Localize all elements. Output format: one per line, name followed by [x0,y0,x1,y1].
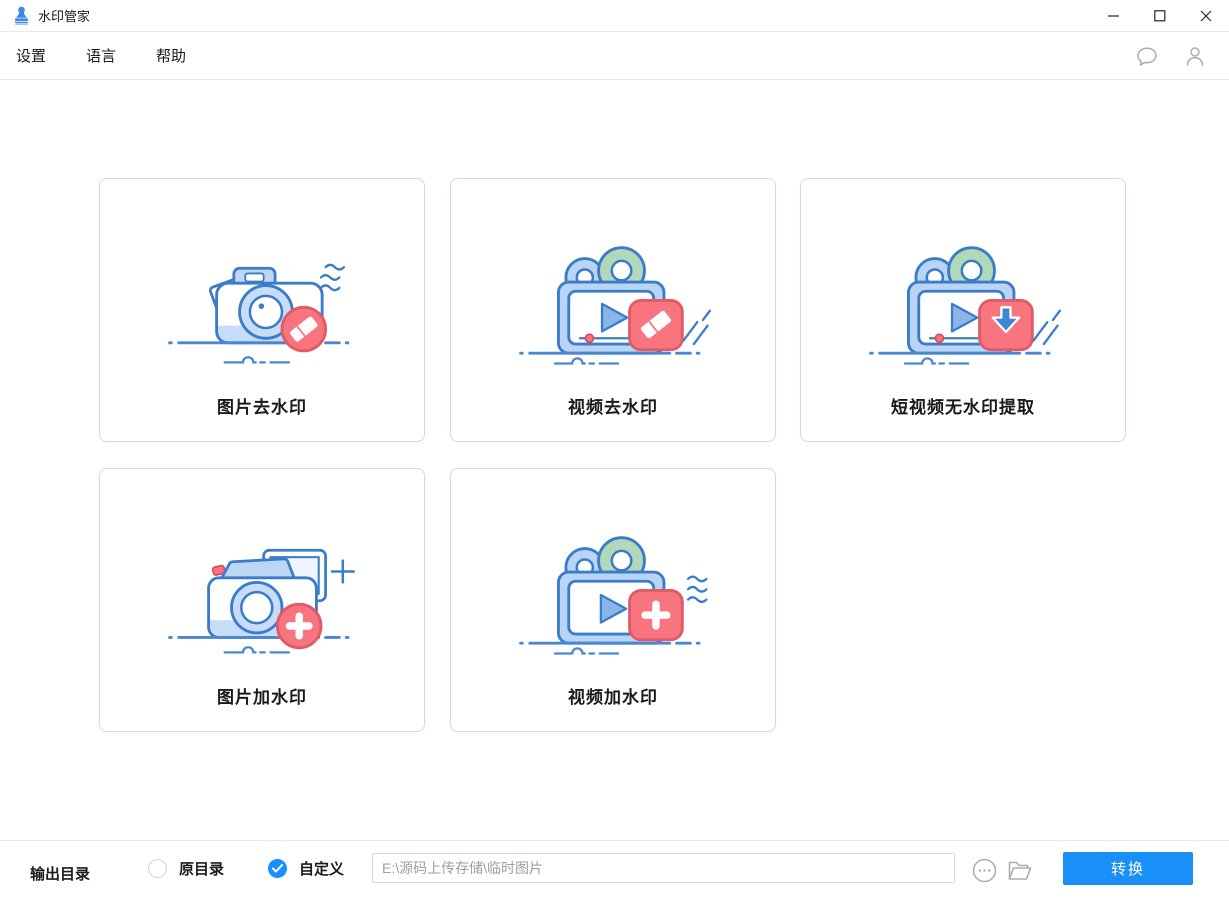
maximize-button[interactable] [1137,0,1183,31]
chat-bubble-icon [1135,44,1159,68]
minimize-button[interactable] [1091,0,1137,31]
radio-checked-icon [268,859,287,878]
video-plus-icon [516,525,711,657]
card-video-remove-watermark[interactable]: 视频去水印 [450,178,776,442]
menu-item-language[interactable]: 语言 [72,32,130,79]
menu-item-help[interactable]: 帮助 [142,32,200,79]
custom-dir-option-label: 自定义 [299,858,344,879]
original-dir-option-label: 原目录 [179,858,224,879]
menu-item-settings[interactable]: 设置 [2,32,60,79]
card-label: 视频去水印 [568,393,658,418]
browse-more-button[interactable] [972,858,997,883]
account-button[interactable] [1183,44,1207,68]
close-icon [1200,10,1212,22]
video-eraser-illustration-icon [516,231,711,371]
video-download-icon [866,235,1061,367]
card-short-video-extract[interactable]: 短视频无水印提取 [800,178,1126,442]
card-label: 图片加水印 [217,683,307,708]
folder-open-icon [1006,858,1033,883]
output-path-input[interactable] [372,853,955,883]
title-bar: 水印管家 [0,0,1229,32]
camera-plus-icon [165,525,360,657]
card-label: 图片去水印 [217,393,307,418]
user-icon [1183,44,1207,68]
ellipsis-circle-icon [972,858,997,883]
original-dir-radio[interactable]: 原目录 [148,858,224,879]
app-logo-stamp-icon [13,6,30,25]
camera-eraser-illustration-icon [165,231,360,371]
video-plus-illustration-icon [516,521,711,661]
convert-button[interactable]: 转换 [1063,852,1193,885]
feedback-button[interactable] [1135,44,1159,68]
output-dir-label: 输出目录 [30,863,90,884]
minimize-icon [1108,10,1120,22]
card-image-remove-watermark[interactable]: 图片去水印 [99,178,425,442]
video-download-illustration-icon [866,231,1061,371]
camera-plus-illustration-icon [165,521,360,661]
radio-unchecked-icon [148,859,167,878]
video-eraser-icon [516,235,711,367]
custom-dir-radio[interactable]: 自定义 [268,858,344,879]
maximize-icon [1154,10,1166,22]
close-button[interactable] [1183,0,1229,31]
app-title: 水印管家 [38,6,90,25]
menu-bar: 设置 语言 帮助 [0,32,1229,80]
check-icon [272,864,283,873]
card-video-add-watermark[interactable]: 视频加水印 [450,468,776,732]
card-label: 视频加水印 [568,683,658,708]
footer-bar: 输出目录 原目录 自定义 转换 [0,840,1229,904]
card-image-add-watermark[interactable]: 图片加水印 [99,468,425,732]
stamp-icon [13,6,30,25]
menu-right-icons [1135,44,1207,68]
camera-eraser-icon [165,235,360,367]
card-label: 短视频无水印提取 [891,393,1035,418]
open-folder-button[interactable] [1006,858,1033,883]
window-controls [1091,0,1229,31]
